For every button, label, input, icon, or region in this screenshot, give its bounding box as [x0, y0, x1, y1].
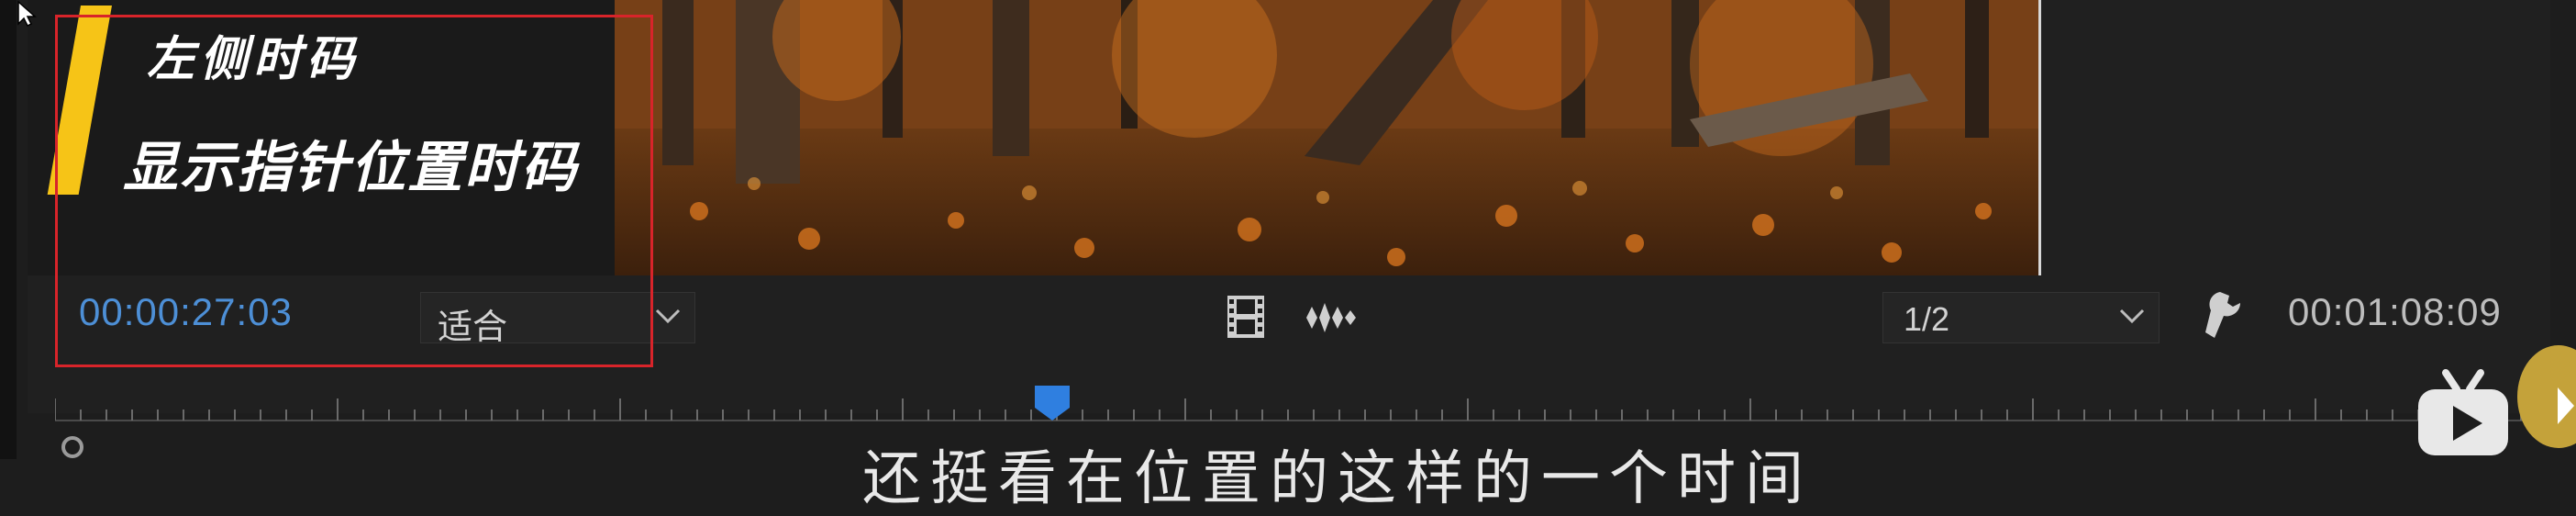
playback-resolution-dropdown[interactable]: 1/2 [1882, 292, 2160, 343]
video-preview-frame [607, 0, 2038, 275]
duration-timecode: 00:01:08:09 [2288, 290, 2502, 333]
play-arrow-icon [2558, 387, 2574, 424]
zoom-scroll-handle[interactable] [61, 435, 84, 459]
video-frame-border [2038, 0, 2041, 275]
filmstrip-icon[interactable] [1224, 294, 1268, 340]
resolution-value: 1/2 [1904, 300, 1950, 338]
chevron-down-icon [2119, 308, 2145, 324]
playhead-marker-icon[interactable] [1033, 384, 1071, 422]
mouse-cursor-icon [17, 0, 37, 28]
left-edge-strip [0, 0, 17, 459]
chevron-down-icon [655, 308, 681, 324]
audio-waveform-icon[interactable] [1303, 299, 1358, 336]
timeline-ruler[interactable] [55, 386, 2532, 432]
highlight-box [55, 15, 653, 367]
tv-logo-icon [2418, 369, 2508, 455]
wrench-icon[interactable] [2204, 290, 2246, 343]
video-subtitle-text: 还挺看在位置的这样的一个时间 [862, 445, 1813, 513]
autumn-forest-image [607, 0, 2038, 275]
